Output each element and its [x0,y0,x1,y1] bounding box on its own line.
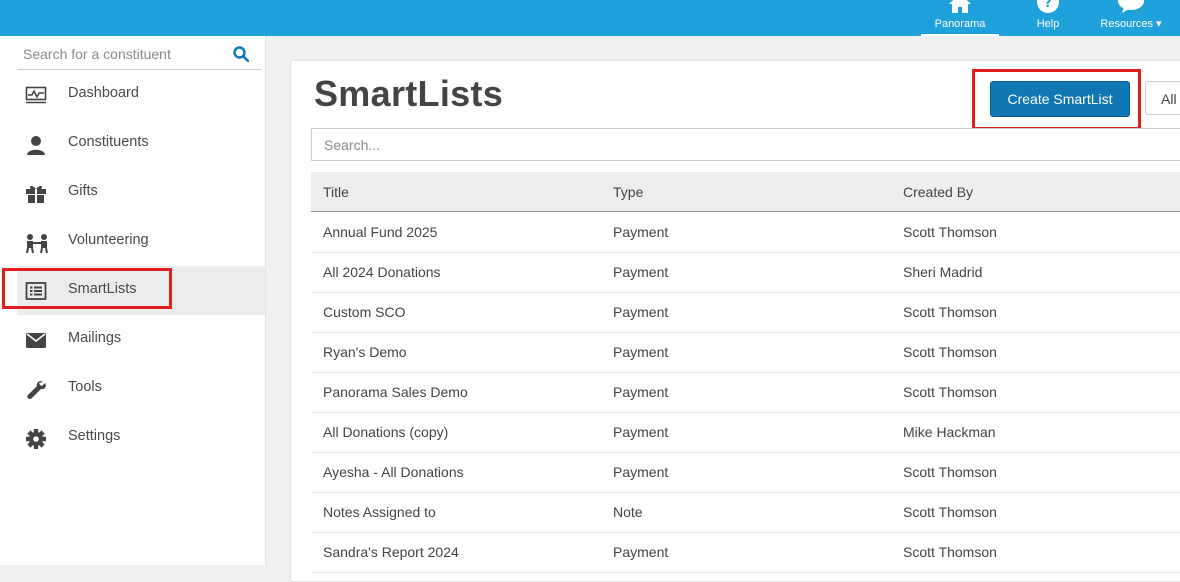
page-title: SmartLists [314,73,504,114]
topnav-label: Panorama [934,18,986,30]
cell-title[interactable]: Sandra's Report 2024 [323,544,459,560]
home-icon [947,0,973,17]
constituent-search-input[interactable] [17,40,234,68]
cell-type: Note [613,504,643,520]
cell-type: Payment [613,344,669,360]
sidebar-item-mailings[interactable]: Mailings [17,315,265,364]
sidebar-item-label: Dashboard [68,85,139,101]
topnav-panorama[interactable]: Panorama [921,0,999,36]
cell-type: Payment [613,384,669,400]
sidebar-item-label: Constituents [68,134,149,150]
cell-type: Payment [613,304,669,320]
cell-created-by: Scott Thomson [903,384,997,400]
cell-created-by: Scott Thomson [903,304,997,320]
table-row[interactable]: All Donations (copy) Payment Mike Hackman [311,412,1180,453]
cell-type: Payment [613,264,669,280]
table-row[interactable]: Notes Assigned to Note Scott Thomson [311,492,1180,533]
cell-title[interactable]: Annual Fund 2025 [323,224,437,240]
column-header-type[interactable]: Type [613,184,643,200]
sidebar-item-constituents[interactable]: Constituents [17,119,265,168]
sidebar-item-dashboard[interactable]: Dashboard [17,70,265,119]
search-icon[interactable] [233,46,250,67]
volunteers-icon [25,233,48,254]
speech-bubble-icon [1116,0,1146,17]
sidebar-item-volunteering[interactable]: Volunteering [17,217,265,266]
cell-created-by: Scott Thomson [903,464,997,480]
sidebar-item-settings[interactable]: Settings [17,413,265,462]
cell-type: Payment [613,224,669,240]
cell-title[interactable]: Panorama Sales Demo [323,384,468,400]
cell-title[interactable]: All Donations (copy) [323,424,448,440]
cell-title[interactable]: Ryan's Demo [323,344,407,360]
cell-type: Payment [613,424,669,440]
sidebar-item-label: Tools [68,379,102,395]
sidebar-item-label: Settings [68,428,121,444]
smartlist-search [311,128,1180,161]
table-row[interactable]: Ryan's Demo Payment Scott Thomson [311,332,1180,373]
cell-created-by: Mike Hackman [903,424,996,440]
create-button-highlight-box [972,69,1141,130]
table-row[interactable]: Annual Fund 2025 Payment Scott Thomson [311,212,1180,253]
svg-text:?: ? [1044,0,1052,11]
sidebar-item-tools[interactable]: Tools [17,364,265,413]
column-header-title[interactable]: Title [323,184,349,200]
sidebar-item-label: Volunteering [68,232,149,248]
topnav-label: Help [1036,18,1060,30]
sidebar-item-label: Gifts [68,183,98,199]
sidebar-item-label: Mailings [68,330,122,346]
topnav-help[interactable]: ? Help [1022,0,1074,36]
gift-icon [25,184,47,203]
smartlist-search-input[interactable] [312,129,1180,160]
table-row[interactable]: Panorama Sales Demo Payment Scott Thomson [311,372,1180,413]
person-icon [25,135,47,155]
topnav-resources[interactable]: Resources ▾ [1096,0,1166,36]
cell-title[interactable]: All 2024 Donations [323,264,441,280]
column-header-created-by[interactable]: Created By [903,184,973,200]
top-bar: Panorama ? Help Resources ▾ [0,0,1180,36]
cell-created-by: Sheri Madrid [903,264,983,280]
cell-type: Payment [613,464,669,480]
envelope-icon [25,331,47,349]
cell-created-by: Scott Thomson [903,344,997,360]
sidebar-item-gifts[interactable]: Gifts [17,168,265,217]
dashboard-icon [25,86,47,104]
table-row[interactable]: All 2024 Donations Payment Sheri Madrid [311,252,1180,293]
cell-type: Payment [613,544,669,560]
table-row[interactable]: Ayesha - All Donations Payment Scott Thoms… [311,452,1180,493]
cell-title[interactable]: Notes Assigned to [323,504,436,520]
table-header: Title Type Created By [311,172,1180,212]
table-row[interactable]: Sandra's Report 2024 Payment Scott Thomson [311,532,1180,573]
cell-title[interactable]: Custom SCO [323,304,405,320]
table-row[interactable]: Custom SCO Payment Scott Thomson [311,292,1180,333]
gear-icon [25,429,47,449]
cell-created-by: Scott Thomson [903,224,997,240]
topnav-label: Resources ▾ [1100,18,1162,30]
cell-title[interactable]: Ayesha - All Donations [323,464,464,480]
wrench-icon [25,380,47,399]
cell-created-by: Scott Thomson [903,544,997,560]
cell-created-by: Scott Thomson [903,504,997,520]
smartlists-highlight-box [2,268,172,309]
all-filter-button[interactable]: All [1145,81,1180,115]
constituent-search [17,40,261,70]
help-icon: ? [1036,0,1060,17]
